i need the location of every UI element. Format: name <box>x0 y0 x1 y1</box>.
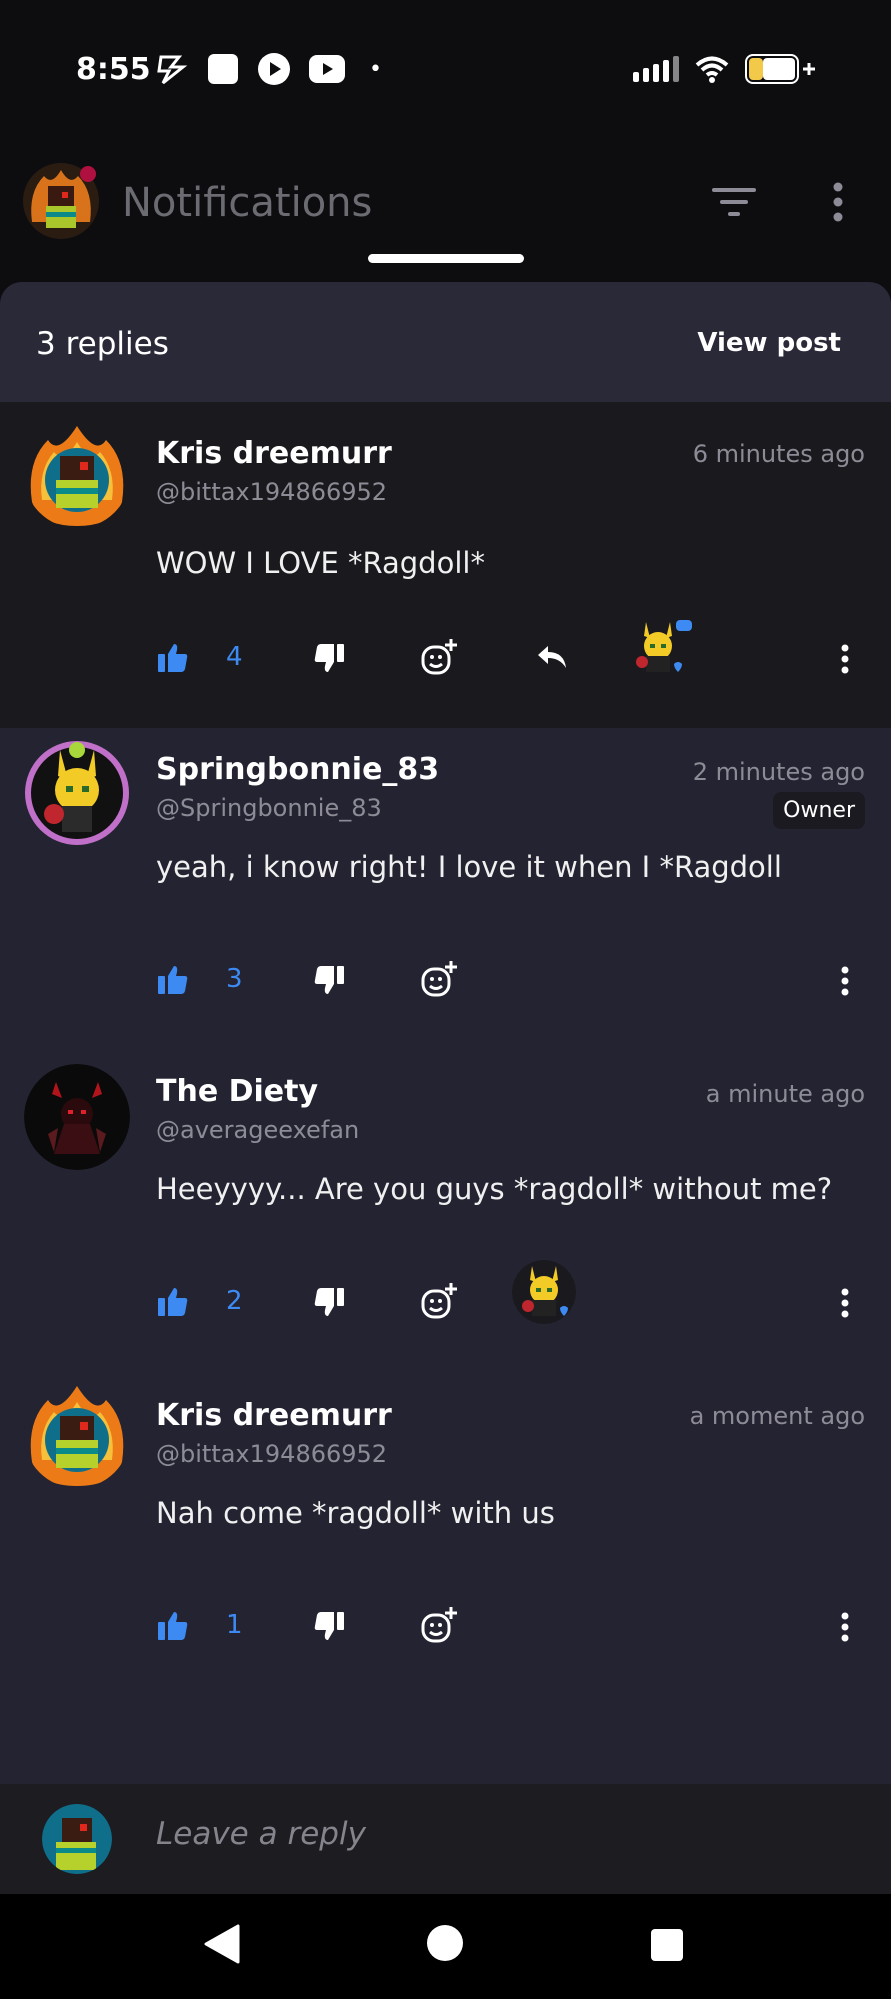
avatar[interactable] <box>24 1064 130 1170</box>
like-count: 4 <box>226 642 243 672</box>
owner-badge: Owner <box>773 792 865 829</box>
emoji-add-icon[interactable] <box>420 1282 458 1320</box>
avatar[interactable] <box>24 740 130 846</box>
emoji-add-icon[interactable] <box>420 1606 458 1644</box>
kebab-icon[interactable] <box>830 182 846 222</box>
comment-item: Kris dreemurr @bittax194866952 a moment … <box>0 1374 891 1696</box>
kebab-icon[interactable] <box>840 966 850 996</box>
stop-icon <box>208 54 238 84</box>
like-count: 2 <box>226 1286 243 1316</box>
kebab-icon[interactable] <box>840 644 850 674</box>
thumbs-down-icon[interactable] <box>314 966 344 994</box>
profile-avatar[interactable] <box>22 162 100 240</box>
bolt-icon <box>157 55 188 85</box>
comment-time: 6 minutes ago <box>692 440 865 468</box>
comment-time: a minute ago <box>705 1080 865 1108</box>
replies-count: 3 replies <box>36 326 169 362</box>
avatar[interactable] <box>24 422 130 528</box>
emoji-add-icon[interactable] <box>420 638 458 676</box>
reply-icon[interactable] <box>536 644 568 670</box>
reply-input[interactable] <box>156 1816 836 1852</box>
comment-author[interactable]: The Diety <box>156 1074 318 1109</box>
reply-bar <box>0 1784 891 1894</box>
youtube-icon <box>309 55 345 83</box>
drag-handle[interactable] <box>368 254 524 263</box>
comment-actions: 1 <box>0 1604 891 1654</box>
comment-item: Kris dreemurr @bittax194866952 6 minutes… <box>0 402 891 728</box>
kebab-icon[interactable] <box>840 1612 850 1642</box>
comment-actions: 2 <box>0 1260 891 1330</box>
thumbs-up-icon[interactable] <box>158 1288 188 1316</box>
thumbs-down-icon[interactable] <box>314 1288 344 1316</box>
comment-author[interactable]: Kris dreemurr <box>156 436 392 471</box>
comment-text: yeah, i know right! I love it when I *Ra… <box>156 850 782 884</box>
comment-text: WOW I LOVE *Ragdoll* <box>156 546 485 580</box>
filter-icon[interactable] <box>712 186 756 218</box>
thumbs-up-icon[interactable] <box>158 1612 188 1640</box>
comment-icon <box>676 620 692 631</box>
comment-text: Nah come *ragdoll* with us <box>156 1496 555 1530</box>
creator-reaction-avatar <box>512 1260 576 1324</box>
comment-handle: @Springbonnie_83 <box>156 794 382 822</box>
like-count: 1 <box>226 1610 243 1640</box>
comment-item: The Diety @averageexefan a minute ago He… <box>0 1050 891 1374</box>
view-post-button[interactable]: View post <box>697 328 841 358</box>
comment-actions: 4 <box>0 616 891 686</box>
comment-handle: @averageexefan <box>156 1116 360 1144</box>
replies-sheet: 3 replies View post Kris dreemurr @bitta… <box>0 282 891 1894</box>
comment-handle: @bittax194866952 <box>156 478 388 506</box>
comment-actions: 3 <box>0 958 891 1008</box>
recents-icon[interactable] <box>650 1928 684 1962</box>
play-icon <box>258 53 290 85</box>
status-bar: 8:55 • <box>0 0 891 150</box>
comment-time: a moment ago <box>689 1402 865 1430</box>
wifi-icon <box>695 56 729 83</box>
thumbs-down-icon[interactable] <box>314 644 344 672</box>
status-icons-right <box>633 54 817 84</box>
thumbs-down-icon[interactable] <box>314 1612 344 1640</box>
emoji-add-icon[interactable] <box>420 960 458 998</box>
kebab-icon[interactable] <box>840 1288 850 1318</box>
like-count: 3 <box>226 964 243 994</box>
comment-author[interactable]: Kris dreemurr <box>156 1398 392 1433</box>
avatar[interactable] <box>24 1382 130 1488</box>
signal-icon <box>633 56 679 82</box>
comment-text: Heeyyyy... Are you guys *ragdoll* withou… <box>156 1172 833 1206</box>
thumbs-up-icon[interactable] <box>158 644 188 672</box>
thumbs-up-icon[interactable] <box>158 966 188 994</box>
avatar <box>42 1804 112 1874</box>
back-icon[interactable] <box>204 1924 240 1964</box>
comment-handle: @bittax194866952 <box>156 1440 388 1468</box>
sheet-header: 3 replies View post <box>0 282 891 402</box>
status-icons-left: • <box>155 52 382 86</box>
battery-icon <box>745 54 815 84</box>
comment-item: Springbonnie_83 @Springbonnie_83 2 minut… <box>0 728 891 1050</box>
comment-author[interactable]: Springbonnie_83 <box>156 752 439 787</box>
app-bar: Notifications <box>0 150 891 280</box>
system-nav-bar <box>0 1894 891 1999</box>
status-time: 8:55 <box>76 52 151 87</box>
home-icon[interactable] <box>426 1924 464 1962</box>
comment-time: 2 minutes ago <box>692 758 865 786</box>
page-title: Notifications <box>122 180 373 226</box>
status-dot: • <box>369 56 382 82</box>
